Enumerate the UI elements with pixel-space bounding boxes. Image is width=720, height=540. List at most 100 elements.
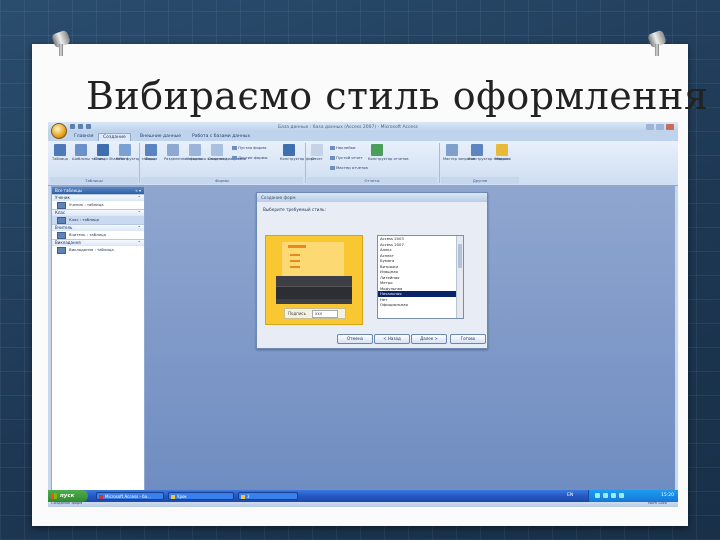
report-icon <box>311 144 323 156</box>
form-design-button[interactable]: Конструктор форм <box>280 144 316 162</box>
update-icon[interactable] <box>619 493 624 498</box>
taskbar-item-3[interactable]: 3 <box>238 492 298 500</box>
blank-report-command[interactable]: Пустой отчет <box>330 155 363 160</box>
window-controls <box>646 124 674 130</box>
query-wizard-button[interactable]: Мастер запросов <box>443 144 475 162</box>
ribbon: Таблица Шаблоны таблиц Списки SharePoint… <box>48 141 678 186</box>
language-indicator[interactable]: EN <box>567 490 573 502</box>
form-button[interactable]: Форма <box>142 144 160 162</box>
group-label-other: Другие <box>441 177 519 184</box>
nav-item-klas-table[interactable]: Клас : таблица <box>52 216 144 224</box>
office-button[interactable] <box>51 123 67 139</box>
form-icon <box>145 144 157 156</box>
sharepoint-icon <box>97 144 109 156</box>
report-wizard-icon <box>330 166 335 170</box>
pin-icon <box>51 29 71 56</box>
preview-body-band <box>276 286 352 299</box>
taskbar-item-lesson[interactable]: Урок <box>168 492 234 500</box>
split-form-icon <box>167 144 179 156</box>
blank-report-icon <box>330 156 335 160</box>
nav-group-vykladannia[interactable]: Викладання ⌃ <box>52 239 144 246</box>
tab-external-data[interactable]: Внешние данные <box>136 133 185 141</box>
nav-item-uchen-table[interactable]: Ученик : таблица <box>52 201 144 209</box>
slide-title: Вибираємо стиль оформлення <box>86 74 709 118</box>
group-label-forms: Формы <box>141 177 303 184</box>
clock[interactable]: 15:20 <box>661 493 674 498</box>
nav-header[interactable]: Все таблицы « ▾ <box>52 187 144 194</box>
ribbon-tabs: Главная Создание Внешние данные Работа с… <box>48 132 678 142</box>
start-button[interactable]: пуск <box>48 490 88 502</box>
undo-icon[interactable] <box>78 124 83 129</box>
table-templates-button[interactable]: Шаблоны таблиц <box>72 144 105 162</box>
finish-button[interactable]: Готово <box>450 334 486 344</box>
style-option[interactable]: Официальная <box>378 302 463 308</box>
access-icon <box>99 495 103 499</box>
nav-group-klas[interactable]: Клас ⌃ <box>52 209 144 216</box>
labels-icon <box>330 146 335 150</box>
more-forms-command[interactable]: Другие формы <box>232 155 267 160</box>
report-wizard-command[interactable]: Мастер отчетов <box>330 165 368 170</box>
nav-group-uchen[interactable]: Ученик ⌃ <box>52 194 144 201</box>
table-icon <box>57 246 66 254</box>
query-design-button[interactable]: Конструктор запросов <box>468 144 511 162</box>
query-wizard-icon <box>446 144 458 156</box>
style-listbox[interactable]: Access 2003 Access 2007 Апекс Аспект Бум… <box>377 235 464 319</box>
quick-access-toolbar <box>70 124 91 129</box>
chevron-up-icon: ⌃ <box>137 195 141 200</box>
cancel-button[interactable]: Отмена <box>337 334 373 344</box>
save-icon[interactable] <box>70 124 75 129</box>
table-icon <box>54 144 66 156</box>
navigation-pane: Все таблицы « ▾ Ученик ⌃ Ученик : таблица… <box>51 186 145 500</box>
next-button[interactable]: Далее > <box>411 334 447 344</box>
ribbon-separator <box>139 143 140 183</box>
windows-logo-icon <box>51 493 57 499</box>
folder-icon <box>171 495 175 499</box>
style-preview: Подпись ххх <box>265 235 363 325</box>
multiple-items-button[interactable]: Несколько элементов <box>186 144 227 162</box>
sharepoint-lists-button[interactable]: Списки SharePoint <box>94 144 128 162</box>
minimize-icon[interactable] <box>646 124 654 130</box>
network-icon[interactable] <box>595 493 600 498</box>
tab-database-tools[interactable]: Работа с базами данных <box>188 133 254 141</box>
pivot-chart-button[interactable]: Сводная диаграмма <box>208 144 246 162</box>
scrollbar-thumb[interactable] <box>458 244 462 268</box>
listbox-scrollbar[interactable] <box>456 236 463 318</box>
report-button[interactable]: Отчет <box>308 144 326 162</box>
multiple-items-icon <box>189 144 201 156</box>
tab-home[interactable]: Главная <box>70 133 97 141</box>
table-icon <box>57 231 66 239</box>
table-design-button[interactable]: Конструктор таблиц <box>116 144 155 162</box>
report-design-icon <box>371 144 383 156</box>
redo-icon[interactable] <box>86 124 91 129</box>
labels-command[interactable]: Наклейки <box>330 145 355 150</box>
taskbar-item-access[interactable]: Microsoft Access - ба... <box>96 492 164 500</box>
table-button[interactable]: Таблица <box>51 144 69 162</box>
system-tray: EN 15:20 <box>567 490 678 502</box>
table-templates-icon <box>75 144 87 156</box>
group-label-tables: Таблицы <box>50 177 138 184</box>
ribbon-separator <box>439 143 440 183</box>
blank-form-command[interactable]: Пустая форма <box>232 145 266 150</box>
nav-group-vchytel[interactable]: Вчитель ⌃ <box>52 224 144 231</box>
chevron-up-icon: ⌃ <box>137 210 141 215</box>
folder-icon <box>241 495 245 499</box>
back-button[interactable]: < Назад <box>374 334 410 344</box>
form-wizard-dialog: Создание форм Выберите требуемый стиль: … <box>256 192 488 349</box>
blank-form-icon <box>232 146 237 150</box>
macro-button[interactable]: Макрос <box>493 144 511 162</box>
report-design-button[interactable]: Конструктор отчетов <box>368 144 409 162</box>
close-icon[interactable] <box>666 124 674 130</box>
split-form-button[interactable]: Разделенная форма <box>164 144 202 162</box>
nav-item-vchytel-table[interactable]: Вчитель : таблица <box>52 231 144 239</box>
volume-icon[interactable] <box>603 493 608 498</box>
preview-field: Подпись ххх <box>284 308 346 319</box>
maximize-icon[interactable] <box>656 124 664 130</box>
collapse-icon[interactable]: « ▾ <box>135 187 141 194</box>
nav-item-vykladannia-table[interactable]: Викладання : таблица <box>52 246 144 254</box>
security-icon[interactable] <box>611 493 616 498</box>
taskbar: пуск Microsoft Access - ба... Урок 3 EN … <box>48 490 678 502</box>
window-titlebar: База данных : база данных (Access 2007) … <box>48 122 678 132</box>
style-prompt: Выберите требуемый стиль: <box>263 207 326 212</box>
chevron-up-icon: ⌃ <box>137 225 141 230</box>
table-icon <box>57 201 66 209</box>
